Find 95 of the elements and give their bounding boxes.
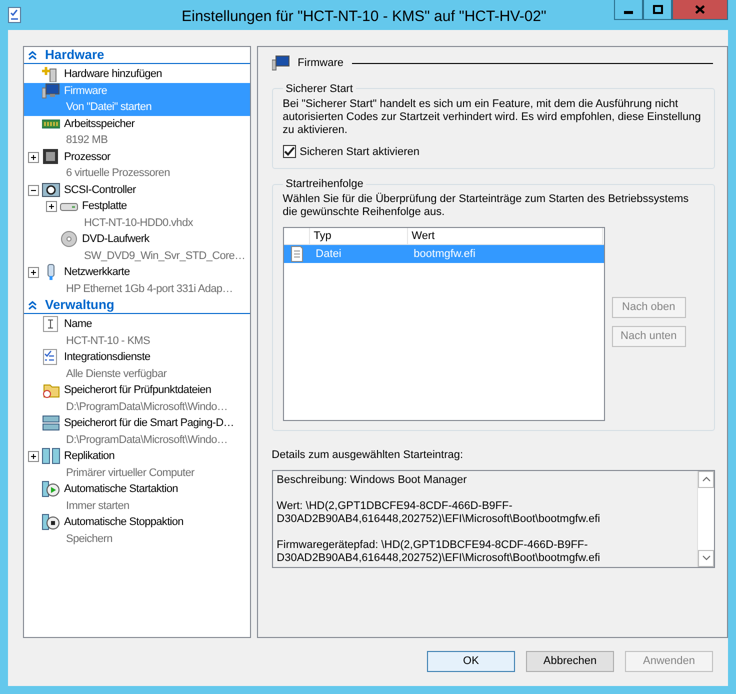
- chip-icon: [42, 148, 60, 164]
- document-icon: [290, 246, 304, 262]
- monitor-icon: [272, 55, 290, 72]
- column-header[interactable]: Typ: [310, 228, 408, 244]
- item-detail: SW_DVD9_Win_Svr_STD_Core…: [83, 248, 246, 264]
- sidebar-item[interactable]: DVD-Laufwerk SW_DVD9_Win_Svr_STD_Core…: [24, 231, 250, 264]
- item-label: Automatische Stoppaktion: [64, 515, 184, 530]
- item-detail: Von "Datei" starten: [65, 100, 152, 115]
- expand-icon[interactable]: [28, 267, 39, 278]
- item-detail: HCT-NT-10 - KMS: [65, 334, 150, 348]
- item-detail: Primärer virtueller Computer: [65, 466, 194, 480]
- servers-icon: [42, 448, 60, 464]
- group-title: Sicherer Start: [284, 82, 354, 96]
- window-title: Einstellungen für "HCT-NT-10 - KMS" auf "HCT-HV-02": [180, 7, 548, 27]
- panel-title: Firmware: [298, 56, 344, 71]
- checkbox-box[interactable]: [282, 145, 296, 158]
- checkbox-label[interactable]: Sicheren Start aktivieren: [300, 144, 420, 160]
- section-header[interactable]: Verwaltung: [24, 297, 250, 314]
- item-label: Prozessor: [64, 150, 112, 164]
- item-label: Integrationsdienste: [64, 350, 152, 365]
- maximize-icon: [652, 5, 662, 14]
- field-label: Details zum ausgewählten Starteintrag:: [272, 448, 464, 463]
- description-text: Bei "Sicherer Start" handelt es sich um ein Feature, mit dem die Ausführung nicht autorisierten Codes zur Startzeit verhindert wird. Es wird empfohlen, diese Einstellung zu aktivieren.: [282, 98, 702, 136]
- sidebar-item[interactable]: Name HCT-NT-10 - KMS: [24, 316, 250, 349]
- table-cell-text: bootmgfw.efi: [412, 247, 476, 262]
- item-label: Replikation: [64, 449, 116, 464]
- scrollbar[interactable]: [697, 470, 714, 566]
- section-title: Hardware: [45, 47, 104, 63]
- sidebar-item[interactable]: Replikation Primärer virtueller Computer: [24, 448, 250, 481]
- column-header[interactable]: Wert: [408, 228, 603, 244]
- checkmark-icon: [284, 146, 295, 158]
- stop-icon: [42, 514, 60, 530]
- details-text-area[interactable]: [272, 470, 715, 568]
- checklist-icon: [42, 349, 60, 365]
- item-detail: D:\ProgramData\Microsoft\Windo…: [65, 400, 228, 414]
- close-icon: [695, 5, 705, 14]
- item-detail: 6 virtuelle Prozessoren: [65, 166, 170, 181]
- sidebar-item[interactable]: Hardware hinzufügen: [24, 66, 250, 82]
- sidebar-item[interactable]: Arbeitsspeicher 8192 MB: [24, 116, 250, 148]
- item-label: Firmware: [64, 84, 108, 98]
- scroll-down-icon: [702, 555, 710, 561]
- item-detail: Speichern: [65, 532, 114, 546]
- collapse-icon[interactable]: [28, 184, 39, 196]
- minimize-button[interactable]: [614, 0, 643, 20]
- item-label: Netzwerkkarte: [64, 265, 131, 280]
- item-detail: 8192 MB: [65, 133, 109, 148]
- expand-icon[interactable]: [28, 451, 39, 462]
- item-detail: Immer starten: [65, 498, 130, 514]
- monitor-icon: [42, 82, 60, 98]
- item-label: Speicherort für die Smart Paging-D…: [64, 416, 234, 431]
- text-cursor-icon: [42, 316, 60, 332]
- sidebar-item[interactable]: Automatische Stoppaktion Speichern: [24, 514, 250, 547]
- details-paragraph: Firmwaregerätepfad: \HD(2,GPT1DBCFE94-8CDF-466D-B9FF-D30AD2B90AB4,616448,202752)\EFI\Microsoft\Boot\bootmgfw.efi: [276, 538, 602, 564]
- maximize-button[interactable]: [643, 0, 672, 20]
- item-label: DVD-Laufwerk: [82, 232, 150, 247]
- folder-icon: [42, 382, 60, 398]
- item-label: Automatische Startaktion: [64, 482, 178, 497]
- sidebar-item[interactable]: Automatische Startaktion Immer starten: [24, 481, 250, 514]
- item-detail: HP Ethernet 1Gb 4-port 331i Adap…: [65, 282, 233, 296]
- app-icon: [6, 6, 24, 24]
- controller-icon: [42, 182, 60, 198]
- item-label: Name: [64, 317, 93, 332]
- group-title: Startreihenfolge: [284, 177, 364, 191]
- sidebar-item[interactable]: Integrationsdienste Alle Dienste verfügbar: [24, 349, 250, 382]
- item-label: SCSI-Controller: [64, 182, 136, 198]
- expand-icon[interactable]: [46, 201, 57, 212]
- play-icon: [42, 481, 60, 497]
- table-cell-text: Datei: [314, 247, 342, 262]
- item-detail: Alle Dienste verfügbar: [65, 366, 167, 382]
- item-detail: D:\ProgramData\Microsoft\Windo…: [65, 432, 229, 448]
- dialog-button[interactable]: OK: [427, 651, 515, 672]
- item-label: Hardware hinzufügen: [64, 67, 162, 82]
- sidebar-item[interactable]: Speicherort für Prüfpunktdateien D:\ProgramData\Microsoft\Windo…: [24, 382, 250, 415]
- item-label: Arbeitsspeicher: [64, 116, 135, 132]
- section-header[interactable]: Hardware: [24, 47, 250, 64]
- collapse-icon: [28, 50, 37, 60]
- sidebar-item[interactable]: Netzwerkkarte HP Ethernet 1Gb 4-port 331i Adap…: [24, 264, 250, 297]
- sidebar-item[interactable]: SCSI-Controller: [24, 182, 250, 198]
- scroll-up-icon: [702, 476, 710, 482]
- close-button[interactable]: [672, 0, 728, 20]
- disc-icon: [60, 231, 78, 247]
- section-title: Verwaltung: [45, 297, 114, 313]
- item-label: Speicherort für Prüfpunktdateien: [64, 383, 212, 398]
- memory-stack-icon: [42, 415, 60, 431]
- details-paragraph: Beschreibung: Windows Boot Manager: [276, 474, 468, 486]
- sidebar-item[interactable]: Prozessor 6 virtuelle Prozessoren: [24, 148, 250, 182]
- expand-icon[interactable]: [28, 152, 39, 162]
- item-label: Festplatte: [82, 199, 128, 214]
- sidebar-item[interactable]: Speicherort für die Smart Paging-D… D:\ProgramData\Microsoft\Windo…: [24, 415, 250, 448]
- collapse-icon: [28, 300, 37, 310]
- description-text: Wählen Sie für die Überprüfung der Starteinträge zum Starten des Betriebssystems die gewünschte Reihenfolge aus.: [282, 193, 690, 219]
- dialog-button[interactable]: Abbrechen: [526, 651, 614, 672]
- sidebar-item[interactable]: Festplatte HCT-NT-10-HDD0.vhdx: [24, 198, 250, 231]
- item-detail: HCT-NT-10-HDD0.vhdx: [83, 216, 193, 230]
- details-paragraph: Wert: \HD(2,GPT1DBCFE94-8CDF-466D-B9FF-D30AD2B90AB4,616448,202752)\EFI\Microsoft\Boot\bootmgfw.efi: [276, 500, 602, 526]
